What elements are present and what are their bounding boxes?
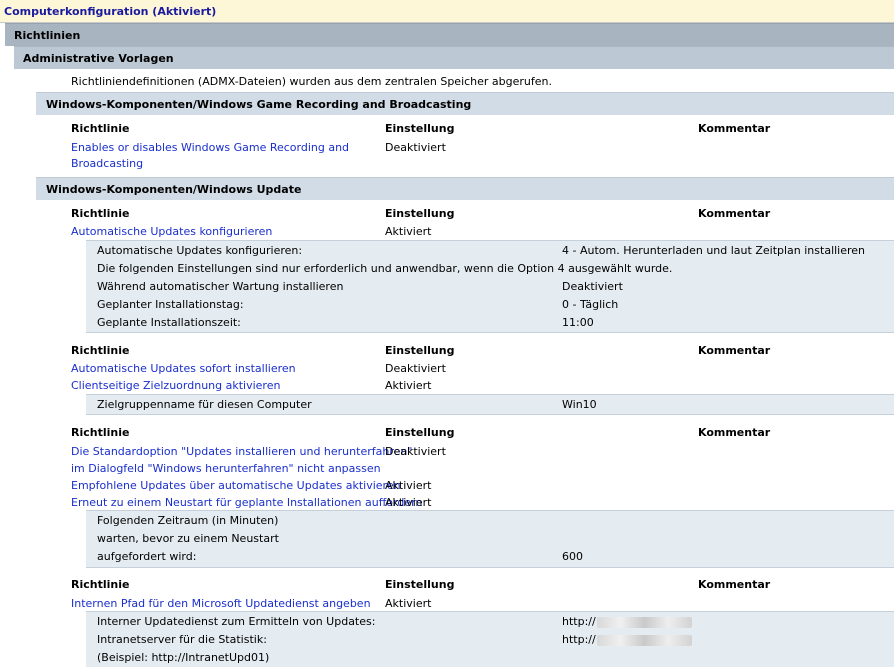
section-richtlinien[interactable]: Richtlinien — [5, 23, 894, 46]
col-header-setting: Einstellung — [385, 344, 455, 357]
col-header-setting: Einstellung — [385, 578, 455, 591]
col-header-comment: Kommentar — [698, 344, 771, 357]
policy-link-recommended-updates[interactable]: Empfohlene Updates über automatische Upd… — [71, 479, 401, 492]
policy-setting: Aktiviert — [385, 379, 432, 392]
col-header-policy: Richtlinie — [71, 426, 130, 439]
gpo-report: Computerkonfiguration (Aktiviert) Richtl… — [0, 0, 894, 667]
section-admin-templates[interactable]: Administrative Vorlagen — [14, 46, 894, 69]
detail-example: (Beispiel: http://IntranetUpd01) — [97, 651, 270, 664]
detail-label: Während automatischer Wartung installier… — [97, 280, 344, 293]
policy-link-game-recording-line2[interactable]: Broadcasting — [71, 157, 143, 170]
redacted-block — [596, 616, 692, 628]
col-header-policy: Richtlinie — [71, 578, 130, 591]
policy-link-default-option-line2[interactable]: im Dialogfeld "Windows herunterfahren" n… — [71, 462, 381, 475]
section-windows-update[interactable]: Windows-Komponenten/Windows Update — [36, 177, 894, 200]
col-header-comment: Kommentar — [698, 578, 771, 591]
detail-label: Automatische Updates konfigurieren: — [97, 244, 303, 257]
redacted-block — [596, 634, 692, 646]
detail-value-url: http:// — [562, 615, 692, 628]
detail-label: warten, bevor zu einem Neustart — [97, 532, 279, 545]
col-header-comment: Kommentar — [698, 122, 771, 135]
policy-setting: Deaktiviert — [385, 445, 446, 458]
col-header-comment: Kommentar — [698, 426, 771, 439]
policy-link-restart-prompt[interactable]: Erneut zu einem Neustart für geplante In… — [71, 496, 422, 509]
col-header-policy: Richtlinie — [71, 344, 130, 357]
report-title: Computerkonfiguration (Aktiviert) — [0, 0, 894, 23]
policy-setting: Aktiviert — [385, 496, 432, 509]
section-game-recording[interactable]: Windows-Komponenten/Windows Game Recordi… — [36, 92, 894, 115]
policy-setting: Aktiviert — [385, 225, 432, 238]
policy-link-configure-updates[interactable]: Automatische Updates konfigurieren — [71, 225, 272, 238]
policy-setting: Aktiviert — [385, 597, 432, 610]
detail-value: 11:00 — [562, 316, 594, 329]
detail-label: aufgefordert wird: — [97, 550, 197, 563]
url-prefix: http:// — [562, 615, 596, 628]
detail-note: Die folgenden Einstellungen sind nur erf… — [97, 262, 673, 275]
detail-value: 4 - Autom. Herunterladen und laut Zeitpl… — [562, 244, 866, 257]
detail-label: Interner Updatedienst zum Ermitteln von … — [97, 615, 376, 628]
policy-setting: Deaktiviert — [385, 141, 446, 154]
policy-link-install-immediately[interactable]: Automatische Updates sofort installieren — [71, 362, 296, 375]
policy-link-client-targeting[interactable]: Clientseitige Zielzuordnung aktivieren — [71, 379, 280, 392]
policy-link-intranet-update-service[interactable]: Internen Pfad für den Microsoft Updatedi… — [71, 597, 371, 610]
admx-note: Richtliniendefinitionen (ADMX-Dateien) w… — [71, 75, 553, 88]
policy-setting: Aktiviert — [385, 479, 432, 492]
detail-value-url: http:// — [562, 633, 692, 646]
col-header-setting: Einstellung — [385, 122, 455, 135]
policy-link-default-option-line1[interactable]: Die Standardoption "Updates installieren… — [71, 445, 412, 458]
detail-label: Zielgruppenname für diesen Computer — [97, 398, 312, 411]
detail-value: Win10 — [562, 398, 597, 411]
policy-setting: Deaktiviert — [385, 362, 446, 375]
detail-label: Folgenden Zeitraum (in Minuten) — [97, 514, 279, 527]
detail-value: Deaktiviert — [562, 280, 623, 293]
detail-label: Geplanter Installationstag: — [97, 298, 244, 311]
col-header-comment: Kommentar — [698, 207, 771, 220]
detail-label: Intranetserver für die Statistik: — [97, 633, 267, 646]
col-header-setting: Einstellung — [385, 426, 455, 439]
col-header-policy: Richtlinie — [71, 122, 130, 135]
detail-label: Geplante Installationszeit: — [97, 316, 241, 329]
col-header-setting: Einstellung — [385, 207, 455, 220]
detail-value: 0 - Täglich — [562, 298, 619, 311]
url-prefix: http:// — [562, 633, 596, 646]
col-header-policy: Richtlinie — [71, 207, 130, 220]
policy-link-game-recording-line1[interactable]: Enables or disables Windows Game Recordi… — [71, 141, 349, 154]
detail-value: 600 — [562, 550, 583, 563]
